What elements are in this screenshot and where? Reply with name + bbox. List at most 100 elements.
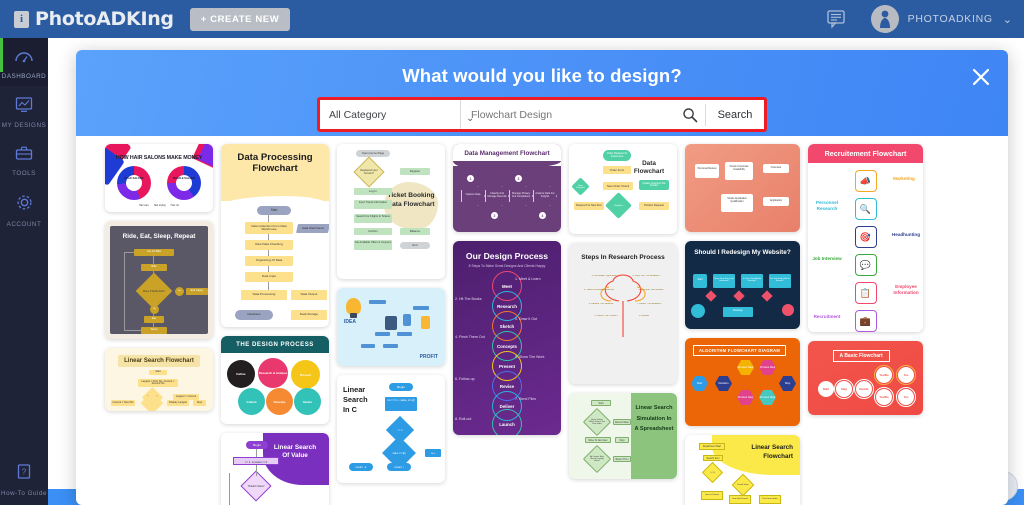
category-select[interactable]: All Category [320,100,460,129]
template-card-salmon-process-diagram[interactable]: Personal Review Check Corporate Availabi… [685,144,800,232]
legend-item: Hair styling [153,204,166,207]
design-picker-modal: What would you like to design? All Categ… [76,50,1008,505]
template-card-a-basic-flowchart[interactable]: A Basic Flowchart Start Step Decide Yes/… [808,341,923,415]
gear-icon [0,193,48,217]
template-card-steps-in-research-process[interactable]: Steps In Research Process 1. Formulate H… [569,243,677,384]
sidebar-label: TOOLS [12,170,36,177]
chevron-down-icon[interactable]: ⌄ [1003,13,1012,26]
legend-item: Hair care [139,204,149,207]
node: Research & Analyze [258,358,288,388]
node: New Customer [575,184,585,189]
template-title: Steps In Research Process [581,254,665,261]
node: return i [387,463,411,471]
step-number: 3 [515,175,522,182]
node: Application [763,197,789,206]
node: Stop [779,376,796,391]
node: Collect [238,388,265,415]
side-label: 7. Send Files [515,397,536,401]
step: 4. Define The Problem [594,315,618,317]
close-icon[interactable] [970,66,992,88]
step-label: Employee Information [893,284,919,295]
sidebar-item-account[interactable]: ACCOUNT [0,183,48,234]
left-sidebar: DASHBOARD MY DESIGNS TOOLS ACCOUNT ? How… [0,38,48,505]
step: 3. Reduce The Variance [588,303,614,305]
brand-logo[interactable]: i PhotoADKIng [14,8,174,30]
node: End Happy [186,288,208,295]
node: Step [836,381,852,397]
create-new-button[interactable]: + CREATE NEW [189,7,291,31]
node: Begin [246,441,268,449]
sidebar-item-dashboard[interactable]: DASHBOARD [0,38,48,86]
node: At Current Step Match Looking Value? [590,456,604,462]
help-book-icon: ? [0,463,48,486]
template-title: Data Processing Flowchart [237,152,313,175]
top-navigation-bar: i PhotoADKIng + CREATE NEW PHOTOADKING ⌄ [0,0,1024,38]
template-card-linear-search-flowchart-cream[interactable]: Linear Search Flowchart Start Largest = … [105,348,213,411]
step-label: Headhunting [891,232,921,237]
sidebar-label: ACCOUNT [6,221,42,228]
node: Item Is Found [701,491,723,500]
template-card-the-design-process[interactable]: THE DESIGN PROCESS Define Research & Ana… [221,336,329,424]
grid-column: Data Processing Flowchart Start Data Col… [221,144,329,505]
node: Search For Flights & Tickets [354,214,392,223]
monitor-chart-icon [0,96,48,118]
template-title: Ticket Booking Data Flowchart [387,192,435,208]
template-card-ride-eat-sleep-repeat[interactable]: Ride, Eat, Sleep, Repeat Get On Bike Rid… [105,221,213,339]
node: Ride [141,264,167,271]
template-card-data-flowchart-mint[interactable]: Data Flowchart Order Request Or Customer… [569,144,677,234]
template-results-grid[interactable]: HOW HAIR SALONS MAKE MONEY MALE SALONS F… [76,136,1008,505]
template-title: Ride, Eat, Sleep, Repeat [122,233,196,240]
node: Process Step [759,390,776,405]
node: Sleep [141,327,167,334]
step: 7. Report The Research [636,303,662,305]
search-bar: All Category ⌄ Search [317,97,767,132]
node: Personal Review [695,164,719,178]
node: Start [693,274,707,288]
node: Largest = First No, Current = Second No [138,379,178,387]
node: Search Item [703,455,723,461]
node: Print Item Index [759,495,781,504]
side-label: 8. Roll-out [455,417,472,421]
message-note-icon[interactable] [825,9,847,29]
template-card-linear-search-in-c[interactable]: Linear Search In C Begin int i = 0, n, v… [337,375,445,483]
donut-label: MALE SALONS [124,177,144,180]
template-card-linear-search-simulation-spreadsheet[interactable]: Linear Search Simulation In A Spreadshee… [569,393,677,479]
sidebar-item-how-to-guide[interactable]: ? How-To Guide [0,463,48,497]
search-icon[interactable] [675,107,705,123]
template-card-ticket-booking-data-flowchart[interactable]: Ticket Booking Data Flowchart Open Home … [337,144,445,279]
template-card-data-management-flowchart[interactable]: Data Management Flowchart Capture Data C… [453,144,561,232]
node: Item Not Found [729,495,751,504]
node: Data Input [245,272,293,282]
node: Current = Next No [111,400,135,406]
template-card-should-i-redesign-my-website[interactable]: Should I Redesign My Website? Start Does… [685,241,800,329]
ring-node: Launch [492,409,522,435]
template-card-our-design-process[interactable]: Our Design Process 8 Steps To Make Great… [453,241,561,435]
template-card-linear-search-of-value[interactable]: Linear Search Of Value Begin I = 1, Loca… [221,433,329,505]
sidebar-item-my-designs[interactable]: MY DESIGNS [0,86,48,135]
step-number: 4 [539,212,546,219]
search-button[interactable]: Search [706,100,764,129]
sidebar-label: How-To Guide [1,490,47,497]
step-label: Recruitment [813,314,841,319]
step: 8. Review [638,315,650,317]
template-card-algorithm-flowchart-diagram[interactable]: ALGORITHM FLOWCHART DIAGRAM Start Decisi… [685,338,800,426]
template-title: Linear Search In C [343,385,368,414]
template-card-recruitement-flowchart[interactable]: Recruitement Flowchart 📣 Marketing 🔍 Per… [808,144,923,332]
avatar[interactable] [870,5,899,33]
node: Data Processing [241,290,287,300]
template-card-data-processing-flowchart[interactable]: Data Processing Flowchart Start Data Col… [221,144,329,327]
node: Input Travel Information [354,200,392,209]
node: Decision [715,376,732,391]
node: Develop [266,388,293,415]
search-input[interactable] [461,100,675,129]
step: Manage Privacy And Compliance [509,186,533,206]
template-title: Linear Search Flowchart [751,444,793,460]
node: Confirm [354,228,392,235]
node: Iterate [294,388,321,415]
template-card-idea-to-profit-illustration[interactable]: IDEA PROFIT [337,288,445,366]
template-card-how-hair-salons-make-money[interactable]: HOW HAIR SALONS MAKE MONEY MALE SALONS F… [105,144,213,212]
sidebar-item-tools[interactable]: TOOLS [0,135,48,183]
node: int i = 0, n, value, int a[] [385,397,417,411]
template-card-linear-search-flowchart-yellow[interactable]: Linear Search Flowchart Department Start… [685,435,800,505]
node: Database [235,310,273,320]
